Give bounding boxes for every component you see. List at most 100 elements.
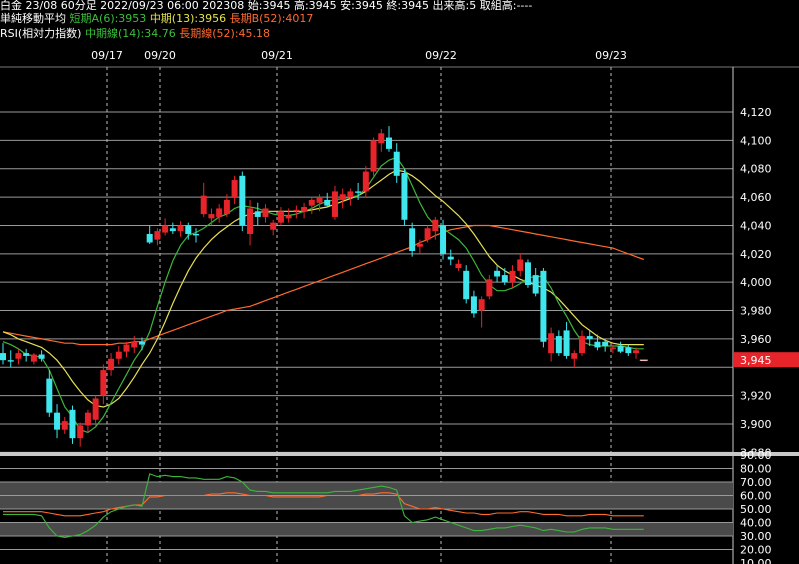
price-tick-label: 4,060: [740, 191, 772, 204]
candle-body: [223, 199, 230, 215]
candle: [540, 268, 547, 348]
candle: [555, 330, 562, 356]
candle: [239, 171, 246, 232]
candle: [0, 343, 6, 365]
candle-body: [154, 231, 161, 240]
candle-body: [30, 354, 37, 362]
candle: [285, 208, 292, 223]
candle-body: [594, 341, 601, 348]
candle-body: [416, 243, 423, 247]
candle-body: [54, 412, 61, 430]
candle-body: [193, 233, 199, 236]
candle-body: [146, 233, 153, 243]
candle-body: [254, 211, 261, 217]
candle-body: [571, 353, 578, 359]
candle: [625, 344, 632, 356]
date-label: 09/21: [261, 49, 293, 62]
candle: [108, 353, 115, 376]
candle-body: [602, 341, 609, 346]
candle: [517, 253, 524, 277]
ma-short-line: [2, 156, 644, 434]
ma-long-line: [2, 224, 645, 346]
candle: [486, 275, 493, 300]
candle: [208, 208, 215, 226]
candle: [146, 225, 153, 244]
candle: [579, 330, 585, 356]
candle: [100, 364, 107, 405]
candle-body: [617, 346, 624, 352]
price-tick-label: 3,980: [740, 305, 772, 318]
price-tick-label: 4,040: [740, 219, 772, 232]
candle: [270, 219, 277, 236]
candle: [216, 204, 223, 223]
candle: [30, 353, 37, 365]
candle-body: [84, 412, 91, 426]
candle-body: [293, 209, 300, 212]
candle: [470, 290, 477, 318]
candle: [254, 202, 261, 226]
candle-body: [185, 225, 192, 234]
candle-body: [285, 215, 292, 219]
candle-body: [447, 256, 454, 260]
candle: [339, 188, 346, 209]
candle-body: [540, 270, 547, 342]
candle-body: [586, 336, 593, 339]
candle-body: [355, 191, 362, 193]
candle: [92, 395, 99, 426]
ma-mid-line: [2, 169, 644, 408]
candle-body: [108, 358, 115, 371]
candle: [409, 222, 416, 257]
candle: [177, 221, 184, 237]
chart-canvas[interactable]: 09/17 09/20 09/21 09/22 09/23 4,120 4,100 4,080…: [0, 0, 799, 564]
candle-body: [61, 421, 68, 430]
candle-body: [208, 214, 215, 219]
candle-body: [162, 225, 169, 233]
rsi-tick-label: 70.00: [740, 476, 772, 489]
date-label: 09/22: [425, 49, 457, 62]
candle-body: [316, 197, 323, 203]
candle-body: [38, 354, 45, 359]
candle: [169, 222, 176, 234]
candle-body: [46, 378, 53, 413]
candle-body: [301, 207, 308, 212]
candle-body: [115, 351, 122, 359]
candle: [494, 265, 501, 283]
candle: [532, 268, 539, 297]
candle-body: [579, 336, 585, 354]
candle: [77, 422, 84, 447]
candle-body: [216, 208, 223, 217]
candle: [324, 192, 331, 208]
candle: [223, 194, 230, 217]
candle-body: [517, 259, 524, 271]
candle-body: [625, 347, 632, 354]
rsi-tick-label: 40.00: [740, 517, 772, 530]
candle: [231, 175, 238, 205]
candle-body: [347, 191, 354, 198]
date-label: 09/23: [595, 49, 627, 62]
candle: [370, 137, 377, 176]
rsi-tick-label: 10.00: [740, 557, 772, 564]
candle: [301, 202, 308, 219]
price-tick-label: 3,920: [740, 390, 772, 403]
candle: [293, 205, 300, 219]
rsi-tick-label: 20.00: [740, 544, 772, 557]
candle: [200, 182, 207, 217]
rsi-tick-label: 60.00: [740, 490, 772, 503]
candle-body: [532, 275, 539, 294]
candle-body: [478, 299, 485, 311]
candle-body: [262, 208, 269, 217]
candle-body: [548, 333, 555, 354]
candle-body: [470, 296, 477, 314]
candle-body: [455, 263, 462, 268]
candle: [571, 350, 578, 368]
candle: [7, 350, 14, 368]
rsi-tick-label: 80.00: [740, 463, 772, 476]
candle-body: [362, 171, 369, 192]
candle-body: [524, 262, 531, 286]
candle-body: [440, 225, 447, 254]
candle-body: [501, 275, 508, 283]
candle-body: [239, 175, 246, 226]
candle-body: [509, 270, 516, 283]
candle: [193, 228, 199, 243]
candle-body: [77, 425, 84, 439]
